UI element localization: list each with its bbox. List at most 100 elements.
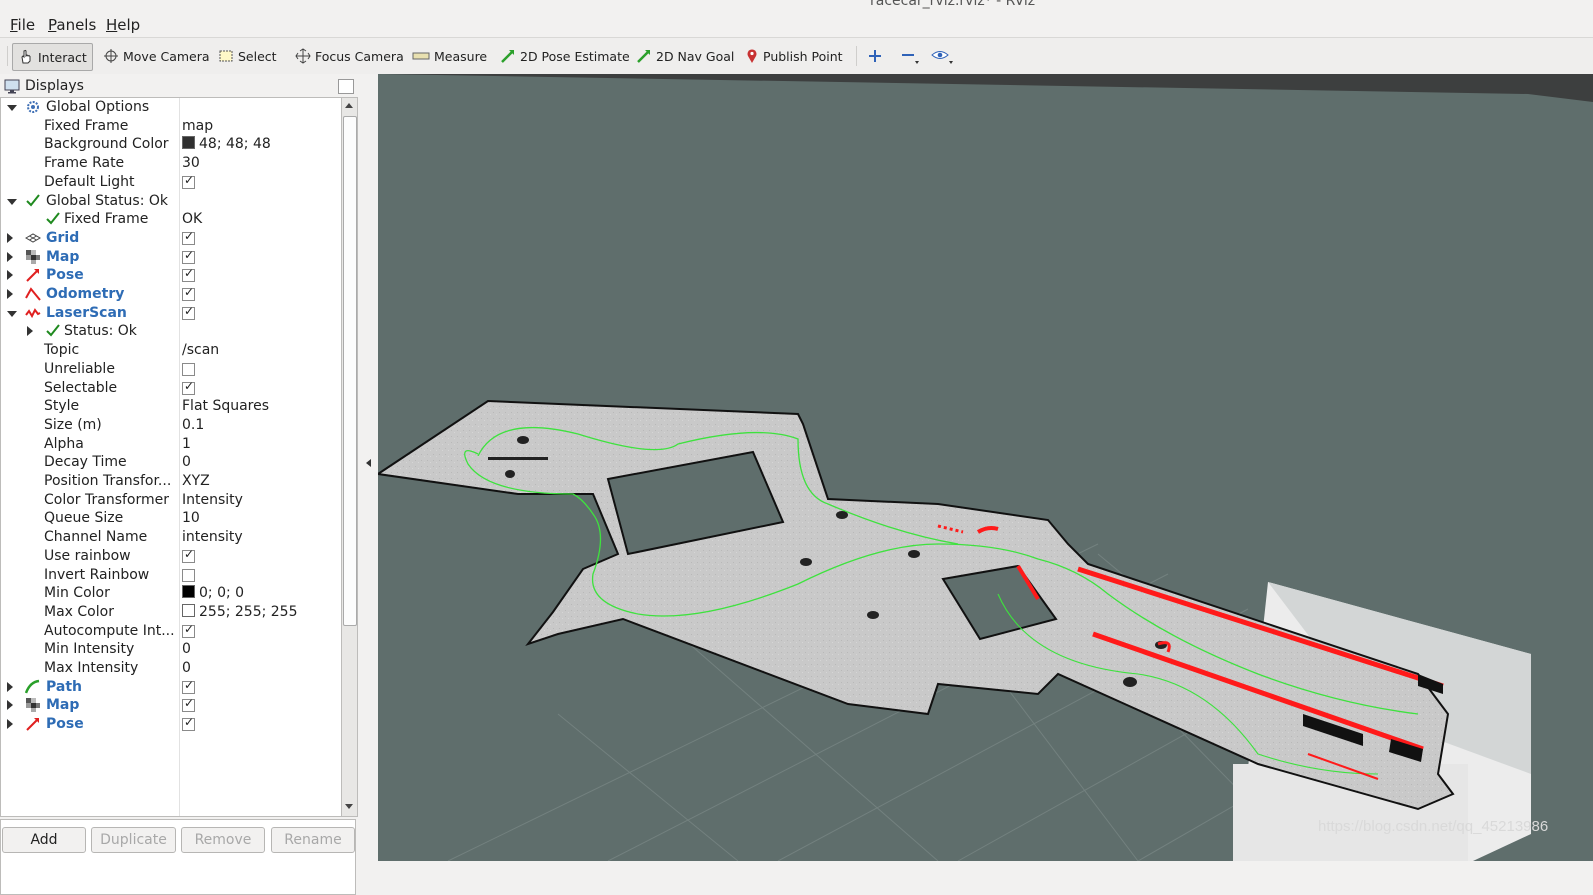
expand-arrow-icon[interactable] <box>7 700 13 711</box>
menu-file[interactable]: File <box>10 16 35 34</box>
tree-row[interactable]: Frame Rate 30 <box>1 154 342 173</box>
tree-row-value[interactable]: 1 <box>182 436 191 452</box>
rename-button[interactable]: Rename <box>271 827 355 853</box>
enable-checkbox[interactable] <box>182 173 195 189</box>
tree-row[interactable]: Pose <box>1 715 342 734</box>
menu-panels[interactable]: Panels <box>48 16 96 34</box>
tree-row[interactable]: Default Light <box>1 173 342 192</box>
enable-checkbox[interactable] <box>182 379 195 395</box>
tree-row-value[interactable]: 0 <box>182 454 191 470</box>
remove-button[interactable]: Remove <box>181 827 265 853</box>
tree-row[interactable]: Min Color 0; 0; 0 <box>1 584 342 603</box>
enable-checkbox[interactable] <box>182 285 195 301</box>
tree-row[interactable]: Max Color 255; 255; 255 <box>1 603 342 622</box>
tree-row[interactable]: Topic/scan <box>1 341 342 360</box>
tree-row[interactable]: Use rainbow <box>1 547 342 566</box>
tree-row[interactable]: Decay Time 0 <box>1 453 342 472</box>
tree-row[interactable]: Global Options <box>1 98 342 117</box>
tree-row-value[interactable]: 0 <box>182 641 191 657</box>
expand-arrow-icon[interactable] <box>7 251 13 262</box>
expand-arrow-icon[interactable] <box>7 310 17 317</box>
tree-row-value[interactable]: intensity <box>182 529 243 545</box>
scrollbar-thumb[interactable] <box>343 116 357 626</box>
enable-checkbox[interactable] <box>182 568 195 582</box>
tool-properties-button[interactable] <box>928 43 958 69</box>
expand-arrow-icon[interactable] <box>7 681 13 692</box>
color-swatch[interactable] <box>182 136 195 150</box>
tree-row[interactable]: Invert Rainbow <box>1 566 342 585</box>
tree-row-value[interactable]: XYZ <box>182 473 210 489</box>
enable-checkbox[interactable] <box>182 229 195 245</box>
tree-row-value[interactable]: 0 <box>182 660 191 676</box>
tree-row[interactable]: Unreliable <box>1 360 342 379</box>
tree-row[interactable]: Queue Size 10 <box>1 509 342 528</box>
tree-row[interactable]: Max Intensity 0 <box>1 659 342 678</box>
expand-arrow-icon[interactable] <box>7 719 13 730</box>
tree-row[interactable]: Position Transfor... XYZ <box>1 472 342 491</box>
expand-arrow-icon[interactable] <box>27 326 33 337</box>
panel-splitter[interactable] <box>358 74 378 861</box>
tree-row-value[interactable]: 0; 0; 0 <box>182 585 244 601</box>
enable-checkbox[interactable] <box>182 362 195 376</box>
tree-row-value[interactable]: 0.1 <box>182 417 204 433</box>
tree-row[interactable]: LaserScan <box>1 304 342 323</box>
tree-row[interactable]: Autocompute Int... <box>1 622 342 641</box>
tree-row-value[interactable]: /scan <box>182 342 219 358</box>
expand-arrow-icon[interactable] <box>7 289 13 299</box>
menu-help[interactable]: Help <box>106 16 140 34</box>
tree-row-value[interactable]: Intensity <box>182 492 243 508</box>
expand-arrow-icon[interactable] <box>7 105 17 111</box>
enable-checkbox[interactable] <box>182 547 195 563</box>
tree-row[interactable]: Path <box>1 678 342 697</box>
scroll-down-arrow-icon[interactable] <box>345 804 353 809</box>
tree-row-value[interactable]: 48; 48; 48 <box>182 136 271 152</box>
3d-viewport[interactable] <box>378 74 1593 861</box>
tree-row[interactable]: Grid <box>1 229 342 248</box>
tree-row[interactable]: Pose <box>1 266 342 285</box>
collapse-arrow-icon[interactable] <box>366 459 371 467</box>
tree-row[interactable]: Odometry <box>1 285 342 304</box>
scroll-up-arrow-icon[interactable] <box>345 103 353 108</box>
displays-scrollbar[interactable] <box>341 97 358 817</box>
publish-point-button[interactable]: Publish Point <box>740 43 848 69</box>
tree-row[interactable]: Alpha 1 <box>1 435 342 454</box>
tree-row[interactable]: Selectable <box>1 379 342 398</box>
select-button[interactable]: Select <box>213 43 282 69</box>
panel-undock-button[interactable] <box>338 79 354 94</box>
focus-camera-button[interactable]: Focus Camera <box>290 43 409 69</box>
enable-checkbox[interactable] <box>182 622 195 638</box>
enable-checkbox[interactable] <box>182 248 195 264</box>
tree-row[interactable]: Fixed Frame OK <box>1 210 342 229</box>
expand-arrow-icon[interactable] <box>7 198 17 205</box>
nav-goal-button[interactable]: 2D Nav Goal <box>631 43 739 69</box>
tree-row[interactable]: Channel Name intensity <box>1 528 342 547</box>
tree-row[interactable]: Map <box>1 248 342 267</box>
color-swatch[interactable] <box>182 585 195 599</box>
tree-row[interactable]: Color Transformer Intensity <box>1 491 342 510</box>
enable-checkbox[interactable] <box>182 678 195 694</box>
tree-row[interactable]: Map <box>1 696 342 715</box>
tree-row-value[interactable]: map <box>182 118 213 134</box>
interact-button[interactable]: Interact <box>12 43 93 71</box>
tree-row[interactable]: Min Intensity 0 <box>1 640 342 659</box>
pose-estimate-button[interactable]: 2D Pose Estimate <box>495 43 635 69</box>
remove-tool-button[interactable] <box>896 43 924 69</box>
expand-arrow-icon[interactable] <box>7 270 13 281</box>
add-button[interactable]: Add <box>2 827 86 853</box>
tree-row[interactable]: Size (m) 0.1 <box>1 416 342 435</box>
enable-checkbox[interactable] <box>182 304 195 320</box>
color-swatch[interactable] <box>182 603 195 617</box>
enable-checkbox[interactable] <box>182 266 195 283</box>
expand-arrow-icon[interactable] <box>7 232 13 243</box>
add-tool-button[interactable] <box>864 43 886 69</box>
tree-row-value[interactable]: OK <box>182 211 202 227</box>
tree-row-value[interactable]: 30 <box>182 155 200 171</box>
tree-row-value[interactable]: Flat Squares <box>182 398 269 414</box>
tree-row-value[interactable]: 10 <box>182 510 200 526</box>
displays-tree[interactable]: Global Options Fixed Frame map Background C… <box>0 97 343 817</box>
enable-checkbox[interactable] <box>182 696 195 713</box>
tree-row[interactable]: Global Status: Ok <box>1 192 342 211</box>
tree-row[interactable]: Fixed Frame map <box>1 117 342 136</box>
tree-row[interactable]: Status: Ok <box>1 322 342 341</box>
tree-row-value[interactable]: 255; 255; 255 <box>182 603 298 620</box>
